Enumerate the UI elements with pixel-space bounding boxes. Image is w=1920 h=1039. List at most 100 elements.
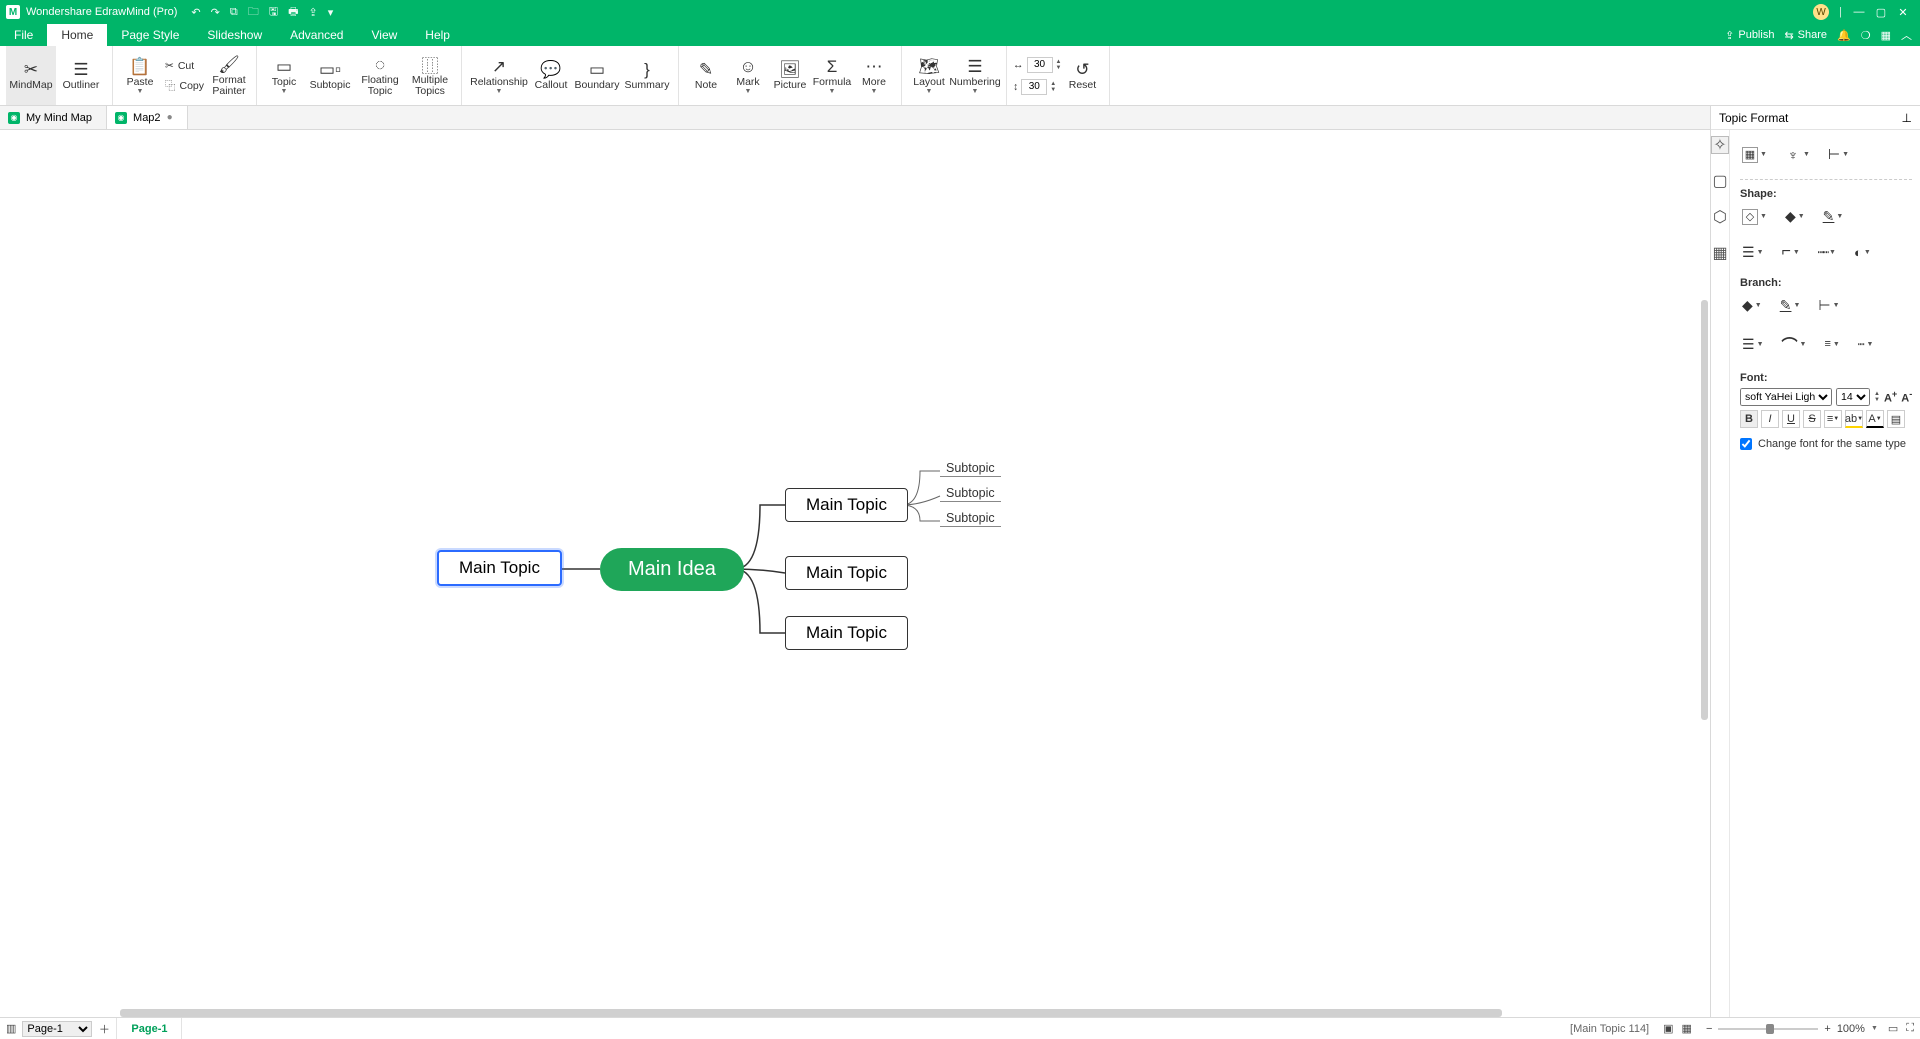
topic-width-input[interactable] <box>1027 57 1053 73</box>
branch-dash-button[interactable]: ┉▼ <box>1856 336 1876 353</box>
mark-button[interactable]: ☺Mark▼ <box>727 46 769 105</box>
panel-tab-theme[interactable]: ⬡ <box>1711 208 1729 226</box>
highlight-button[interactable]: ab▼ <box>1845 410 1863 428</box>
bold-button[interactable]: B <box>1740 410 1758 428</box>
font-family-select[interactable]: soft YaHei Light <box>1740 388 1832 406</box>
panel-tab-icons[interactable]: ▦ <box>1711 244 1729 262</box>
close-window-button[interactable]: ✕ <box>1892 6 1914 19</box>
layout-button[interactable]: 🗺Layout▼ <box>908 46 950 105</box>
topic-button[interactable]: ▭Topic▼ <box>263 46 305 105</box>
doc-tab-2[interactable]: ◉ Map2 ● <box>107 106 188 129</box>
outliner-view-button[interactable]: ☰Outliner <box>56 46 106 105</box>
format-painter-button[interactable]: 🖌Format Painter <box>208 46 250 105</box>
subtopic-node-3[interactable]: Subtopic <box>940 511 1001 527</box>
horizontal-scrollbar-thumb[interactable] <box>120 1009 1502 1017</box>
multiple-topics-button[interactable]: ⿲Multiple Topics <box>405 46 455 105</box>
picture-button[interactable]: 🖼Picture <box>769 46 811 105</box>
branch-color-button[interactable]: ◆▼ <box>1740 295 1764 316</box>
vertical-scrollbar-thumb[interactable] <box>1701 300 1708 720</box>
help-icon-button[interactable]: ❍ <box>1861 29 1871 42</box>
shape-type-button[interactable]: ◇▼ <box>1740 207 1769 227</box>
maximize-button[interactable]: ▢ <box>1870 6 1892 19</box>
export-button[interactable]: ⇪ <box>308 6 317 19</box>
font-size-select[interactable]: 14 <box>1836 388 1870 406</box>
right-main-topic-node-3[interactable]: Main Topic <box>785 616 908 650</box>
cut-button[interactable]: ✂Cut <box>161 57 208 75</box>
presentation-mode-button[interactable]: ▭ <box>1888 1022 1898 1035</box>
page-tab[interactable]: Page-1 <box>116 1018 182 1039</box>
line-weight-button[interactable]: ☰▼ <box>1740 242 1766 263</box>
change-same-type-checkbox[interactable] <box>1740 438 1752 450</box>
floating-topic-button[interactable]: ◌Floating Topic <box>355 46 405 105</box>
shape-border-button[interactable]: ✎▼ <box>1821 206 1846 227</box>
mindmap-view-button[interactable]: ✂MindMap <box>6 46 56 105</box>
copy-button[interactable]: ⿻Copy <box>161 77 208 95</box>
main-idea-node[interactable]: Main Idea <box>600 548 744 591</box>
qat-more-button[interactable]: ▾ <box>328 6 334 19</box>
share-button[interactable]: ⇆Share <box>1784 29 1827 42</box>
print-button[interactable]: 🖶 <box>288 3 298 22</box>
formula-button[interactable]: ΣFormula▼ <box>811 46 853 105</box>
publish-button[interactable]: ⇪Publish <box>1725 29 1774 42</box>
branch-style-button[interactable]: ✎▼ <box>1778 295 1803 316</box>
boundary-button[interactable]: ▭Boundary <box>572 46 622 105</box>
topic-width-spinner[interactable]: ↔▲▼ <box>1013 57 1061 73</box>
layout-style-2-button[interactable]: ♆▼ <box>1783 145 1812 165</box>
font-decrease-button[interactable]: A- <box>1901 389 1912 405</box>
align-button[interactable]: ≡▼ <box>1824 410 1842 428</box>
shape-fill-button[interactable]: ◆▼ <box>1783 206 1807 227</box>
panel-pin-button[interactable]: ⊥ <box>1902 111 1912 125</box>
notifications-button[interactable]: 🔔 <box>1837 29 1851 42</box>
redo-button[interactable]: ↷ <box>211 6 220 19</box>
strikethrough-button[interactable]: S <box>1803 410 1821 428</box>
reset-button[interactable]: ↺Reset <box>1061 46 1103 105</box>
paste-button[interactable]: 📋Paste▼ <box>119 46 161 105</box>
fullscreen-button[interactable]: ⛶ <box>1906 1022 1914 1035</box>
shadow-button[interactable]: ◐▼ <box>1852 243 1873 262</box>
branch-connector-button[interactable]: ⊢▼ <box>1816 295 1841 316</box>
left-main-topic-node[interactable]: Main Topic <box>437 550 562 586</box>
horizontal-scrollbar[interactable] <box>120 1009 1690 1017</box>
layout-style-3-button[interactable]: ⊢▼ <box>1826 144 1851 165</box>
corner-style-button[interactable]: ⌐▼ <box>1780 241 1802 263</box>
note-button[interactable]: ✎Note <box>685 46 727 105</box>
minimize-button[interactable]: — <box>1848 6 1870 18</box>
menu-page-style[interactable]: Page Style <box>107 24 193 46</box>
zoom-out-button[interactable]: − <box>1706 1023 1712 1035</box>
subtopic-node-1[interactable]: Subtopic <box>940 461 1001 477</box>
panel-tab-page[interactable]: ▢ <box>1711 172 1729 190</box>
fit-page-button[interactable]: ▣ <box>1663 1022 1673 1035</box>
save-button[interactable]: 🖫 <box>269 3 278 22</box>
numbering-button[interactable]: ☰Numbering▼ <box>950 46 1000 105</box>
user-avatar[interactable]: W <box>1813 4 1829 20</box>
doc-tab-1[interactable]: ◉ My Mind Map <box>0 106 107 129</box>
menu-slideshow[interactable]: Slideshow <box>193 24 276 46</box>
font-size-spinner[interactable]: ▲▼ <box>1874 391 1880 403</box>
subtopic-node-2[interactable]: Subtopic <box>940 486 1001 502</box>
right-main-topic-node-1[interactable]: Main Topic <box>785 488 908 522</box>
menu-home[interactable]: Home <box>47 24 107 46</box>
apps-button[interactable]: ▦ <box>1881 29 1891 42</box>
relationship-button[interactable]: ↗Relationship▼ <box>468 46 530 105</box>
summary-button[interactable]: }Summary <box>622 46 672 105</box>
collapse-ribbon-button[interactable]: ︿ <box>1901 27 1912 43</box>
topic-height-input[interactable] <box>1021 79 1047 95</box>
text-box-button[interactable]: ▤ <box>1887 410 1905 428</box>
right-main-topic-node-2[interactable]: Main Topic <box>785 556 908 590</box>
subtopic-button[interactable]: ▭▫Subtopic <box>305 46 355 105</box>
page-select[interactable]: Page-1 <box>22 1021 92 1037</box>
open-button[interactable]: 🗀 <box>248 3 259 22</box>
menu-help[interactable]: Help <box>411 24 464 46</box>
add-page-button[interactable]: ＋ <box>96 1021 112 1037</box>
font-increase-button[interactable]: A+ <box>1884 389 1897 405</box>
italic-button[interactable]: I <box>1761 410 1779 428</box>
more-button[interactable]: ⋯More▼ <box>853 46 895 105</box>
zoom-slider-thumb[interactable] <box>1766 1024 1774 1034</box>
menu-view[interactable]: View <box>357 24 411 46</box>
pages-panel-button[interactable]: ▥ <box>6 1022 16 1035</box>
font-color-button[interactable]: A▼ <box>1866 410 1884 428</box>
zoom-slider[interactable] <box>1718 1028 1818 1030</box>
branch-taper-button[interactable]: ≡▼ <box>1822 336 1841 352</box>
topic-height-spinner[interactable]: ↕▲▼ <box>1013 79 1061 95</box>
zoom-in-button[interactable]: + <box>1824 1023 1830 1035</box>
